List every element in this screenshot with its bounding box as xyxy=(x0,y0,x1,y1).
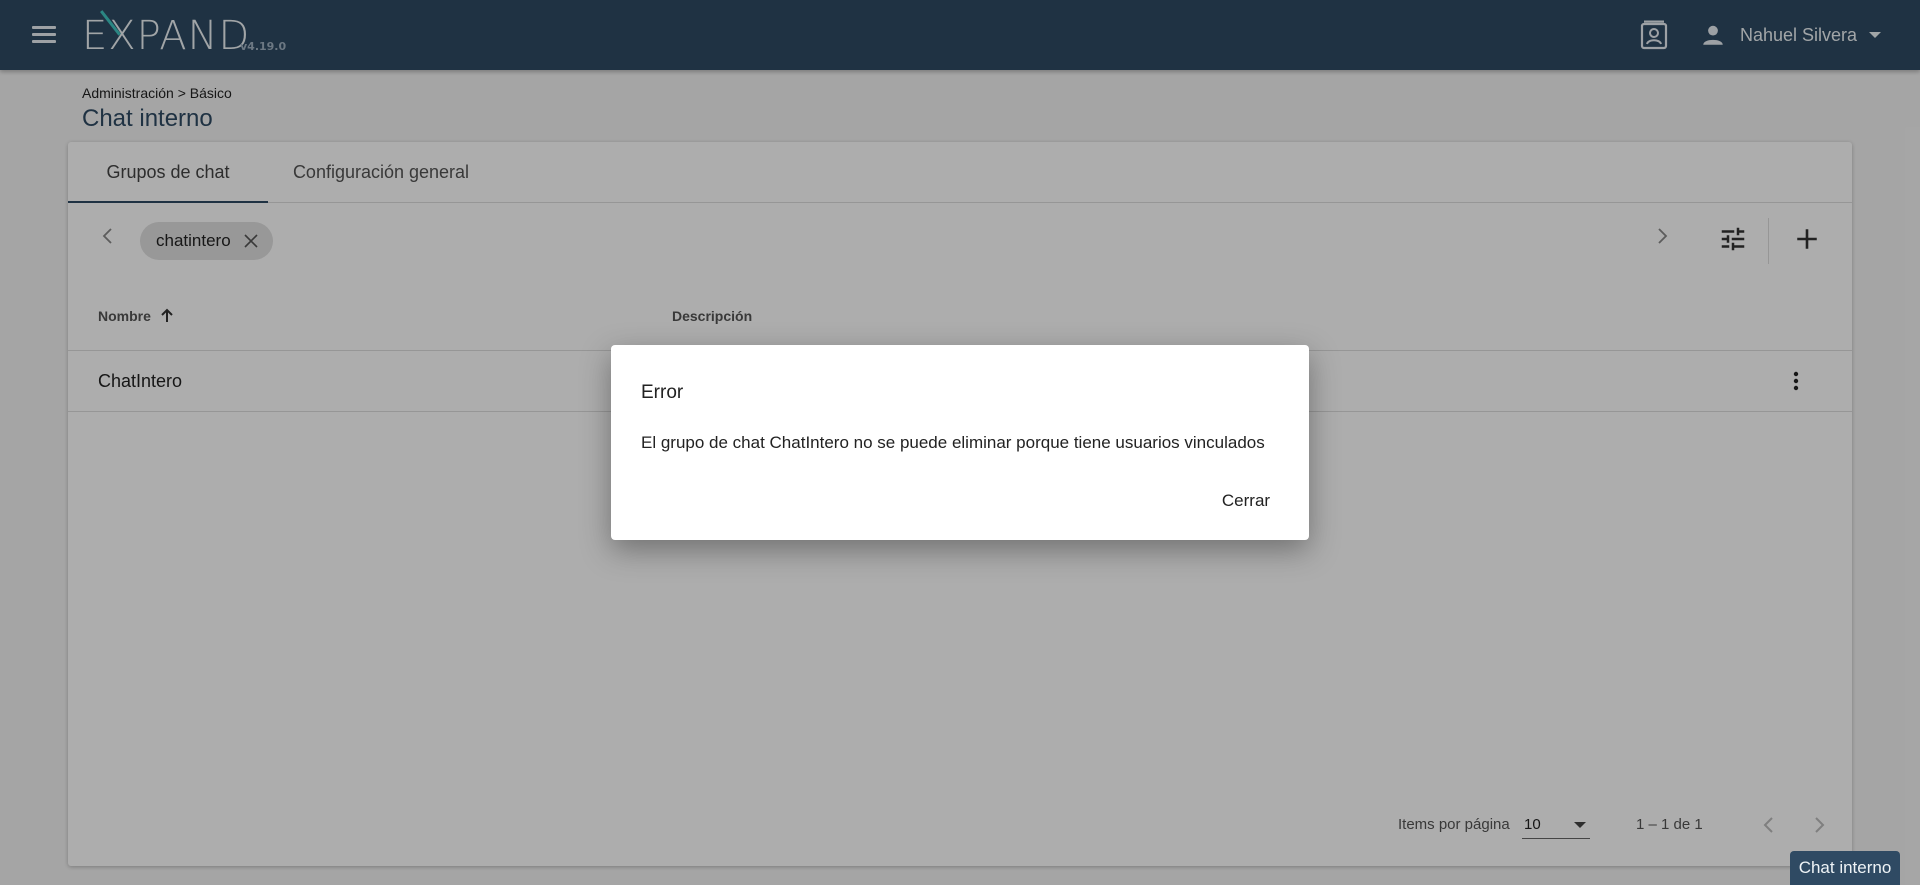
chat-interno-button[interactable]: Chat interno xyxy=(1790,851,1900,885)
dialog-message: El grupo de chat ChatIntero no se puede … xyxy=(641,433,1265,452)
dialog-title: Error xyxy=(641,382,684,403)
close-button[interactable]: Cerrar xyxy=(1201,481,1291,521)
error-dialog: Error El grupo de chat ChatIntero no se … xyxy=(611,345,1309,540)
